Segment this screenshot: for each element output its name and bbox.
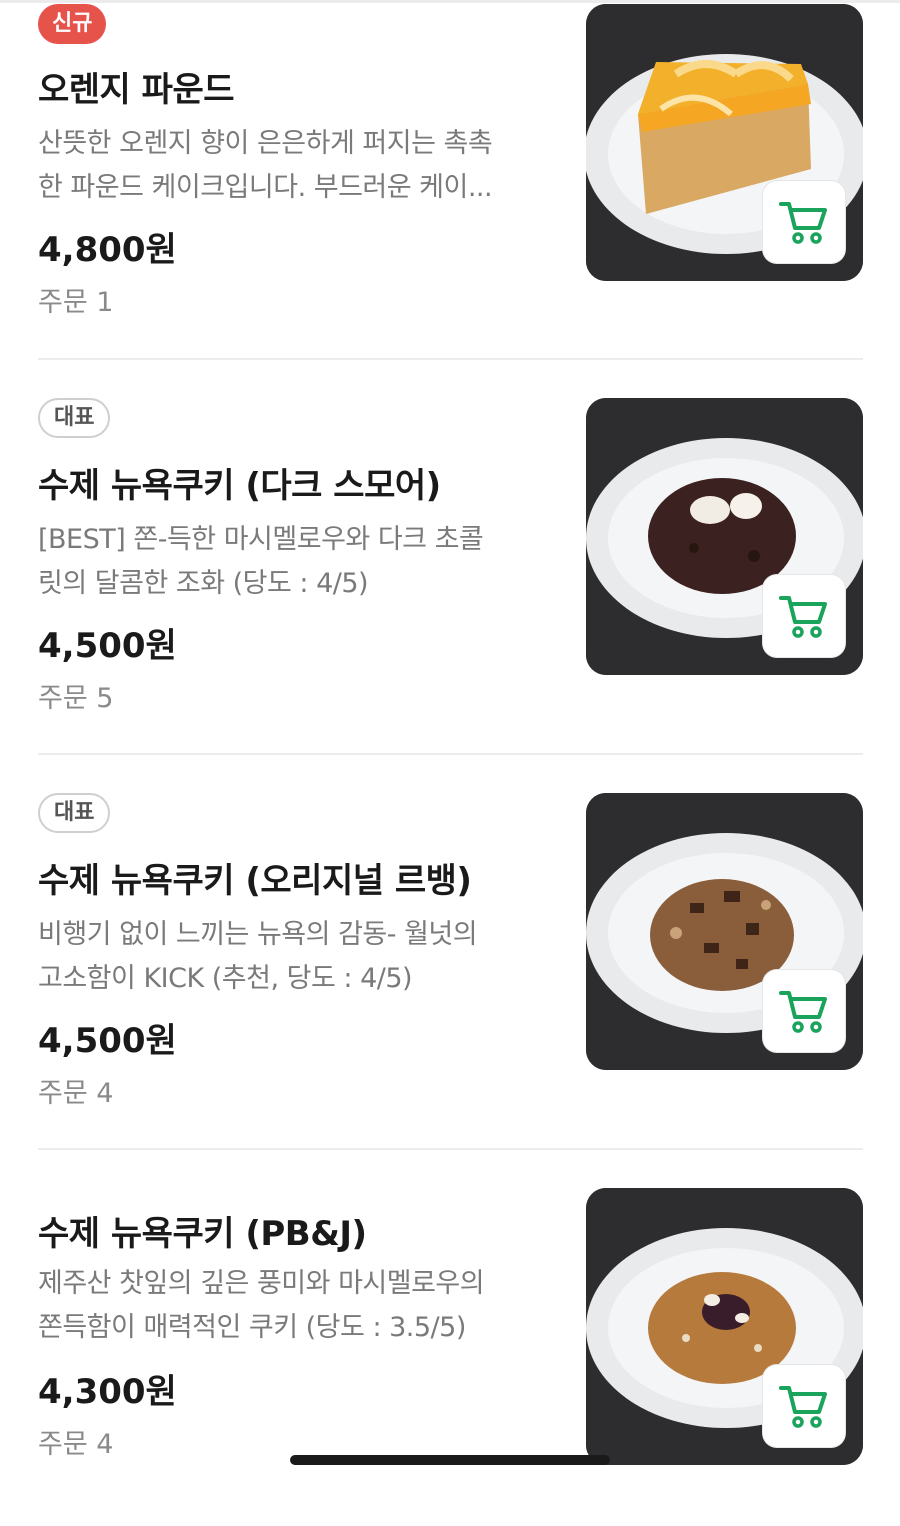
item-photo[interactable] (586, 793, 863, 1070)
item-description: 제주산 찻잎의 깊은 풍미와 마시멜로우의 쫀득함이 매력적인 쿠키 (당도 :… (38, 1262, 548, 1350)
item-title: 오렌지 파운드 (38, 70, 235, 110)
order-count: 주문 1 (38, 287, 114, 318)
item-divider (38, 1148, 863, 1150)
menu-item-original-levain[interactable]: 대표 수제 뉴욕쿠키 (오리지널 르뱅) 비행기 없이 느끼는 뉴욕의 감동- … (0, 791, 900, 1131)
item-divider (38, 358, 863, 360)
description-line: 비행기 없이 느끼는 뉴욕의 감동- 월넛의 (38, 919, 478, 950)
add-to-cart-button[interactable] (763, 575, 845, 657)
signature-badge: 대표 (38, 398, 111, 438)
new-badge: 신규 (38, 4, 107, 44)
item-price: 4,800원 (38, 230, 177, 270)
description-line: 고소함이 KICK (추천, 당도 : 4/5) (38, 963, 413, 994)
description-line: [BEST] 쫀-득한 마시멜로우와 다크 초콜 (38, 524, 484, 555)
order-count: 주문 4 (38, 1078, 114, 1109)
shopping-cart-icon (779, 596, 827, 638)
item-photo[interactable] (586, 398, 863, 675)
shopping-cart-icon (779, 991, 827, 1033)
description-line: 쫀득함이 매력적인 쿠키 (당도 : 3.5/5) (38, 1312, 466, 1343)
item-photo[interactable] (586, 4, 863, 281)
item-description: 비행기 없이 느끼는 뉴욕의 감동- 월넛의 고소함이 KICK (추천, 당도… (38, 913, 548, 1001)
add-to-cart-button[interactable] (763, 181, 845, 263)
shopping-cart-icon (779, 202, 827, 244)
description-line: 한 파운드 케이크입니다. 부드러운 케이... (38, 172, 493, 203)
description-line: 릿의 달콤한 조화 (당도 : 4/5) (38, 568, 369, 599)
item-price: 4,500원 (38, 1021, 177, 1061)
order-count: 주문 5 (38, 683, 114, 714)
description-line: 산뜻한 오렌지 향이 은은하게 퍼지는 촉촉 (38, 128, 493, 159)
menu-item-dark-smore[interactable]: 대표 수제 뉴욕쿠키 (다크 스모어) [BEST] 쫀-득한 마시멜로우와 다… (0, 396, 900, 736)
item-title: 수제 뉴욕쿠키 (오리지널 르뱅) (38, 861, 472, 901)
shopping-cart-icon (779, 1386, 827, 1428)
item-price: 4,500원 (38, 626, 177, 666)
item-divider (38, 753, 863, 755)
menu-item-orange-pound[interactable]: 신규 오렌지 파운드 산뜻한 오렌지 향이 은은하게 퍼지는 촉촉 한 파운드 … (0, 0, 900, 340)
home-indicator[interactable] (290, 1455, 610, 1465)
menu-item-pbj[interactable]: 수제 뉴욕쿠키 (PB&J) 제주산 찻잎의 깊은 풍미와 마시멜로우의 쫀득함… (0, 1186, 900, 1526)
add-to-cart-button[interactable] (763, 970, 845, 1052)
item-description: [BEST] 쫀-득한 마시멜로우와 다크 초콜 릿의 달콤한 조화 (당도 :… (38, 518, 548, 606)
signature-badge: 대표 (38, 793, 111, 833)
item-price: 4,300원 (38, 1372, 177, 1412)
item-title: 수제 뉴욕쿠키 (다크 스모어) (38, 466, 441, 506)
item-description: 산뜻한 오렌지 향이 은은하게 퍼지는 촉촉 한 파운드 케이크입니다. 부드러… (38, 122, 548, 210)
add-to-cart-button[interactable] (763, 1365, 845, 1447)
item-title: 수제 뉴욕쿠키 (PB&J) (38, 1214, 367, 1254)
item-photo[interactable] (586, 1188, 863, 1465)
description-line: 제주산 찻잎의 깊은 풍미와 마시멜로우의 (38, 1268, 485, 1299)
order-count: 주문 4 (38, 1429, 114, 1460)
